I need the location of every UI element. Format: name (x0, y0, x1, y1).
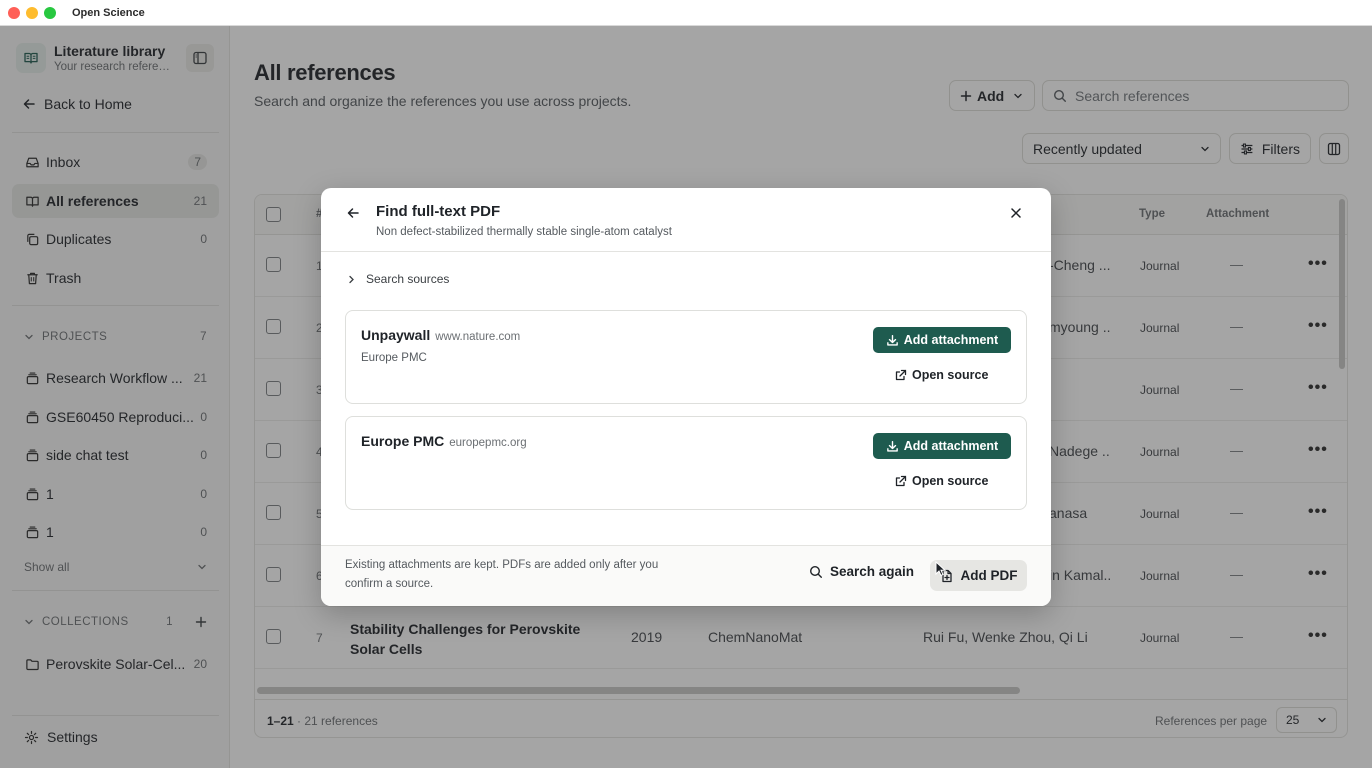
add-attachment-label: Add attachment (903, 439, 999, 453)
search-sources-toggle[interactable]: Search sources (347, 272, 449, 286)
close-icon (1011, 208, 1021, 218)
zoom-window-button[interactable] (44, 6, 56, 19)
external-link-icon (895, 369, 907, 381)
open-source-label: Open source (912, 474, 989, 488)
mouse-cursor-icon (935, 561, 947, 577)
search-sources-label: Search sources (366, 272, 450, 286)
dialog-divider (321, 251, 1051, 252)
source-domain: europepmc.org (449, 437, 527, 449)
open-source-button[interactable]: Open source (895, 365, 988, 385)
minimize-window-button[interactable] (26, 6, 38, 19)
search-again-label: Search again (830, 564, 915, 579)
add-pdf-label: Add PDF (960, 568, 1018, 583)
download-icon (886, 334, 898, 346)
window-controls (8, 6, 56, 19)
footer-note: Existing attachments are kept. PDFs are … (345, 559, 659, 590)
source-name: Europe PMC europepmc.org (361, 433, 527, 449)
close-window-button[interactable] (8, 6, 20, 19)
find-pdf-dialog: Find full-text PDF Non defect-stabilized… (321, 188, 1051, 606)
add-attachment-label: Add attachment (903, 333, 999, 347)
chevron-right-icon (349, 275, 354, 283)
source-card: Unpaywall www.nature.com Europe PMC Add a… (345, 310, 1027, 404)
source-name: Unpaywall www.nature.com (361, 327, 520, 343)
add-attachment-button[interactable]: Add attachment (873, 433, 1011, 459)
source-note: Europe PMC (361, 352, 427, 364)
dialog-close-button[interactable] (1010, 207, 1022, 219)
source-name-text: Unpaywall (361, 327, 431, 343)
search-again-button[interactable]: Search again (809, 564, 914, 579)
source-card: Europe PMC europepmc.org Add attachment O… (345, 416, 1027, 510)
add-attachment-button[interactable]: Add attachment (873, 327, 1011, 353)
dialog-title: Find full-text PDF (376, 203, 501, 220)
app-name: Open Science (72, 6, 145, 19)
source-name-text: Europe PMC (361, 433, 445, 449)
dialog-divider (321, 545, 1051, 546)
source-domain: www.nature.com (435, 331, 521, 343)
open-source-button[interactable]: Open source (895, 471, 988, 491)
dialog-back-button[interactable] (346, 206, 360, 220)
external-link-icon (895, 475, 907, 487)
open-source-label: Open source (912, 368, 989, 382)
download-icon (886, 440, 898, 452)
window-titlebar: Open Science (0, 0, 1372, 26)
dialog-subtitle: Non defect-stabilized thermally stable s… (376, 226, 672, 238)
search-icon (809, 565, 822, 578)
arrow-left-icon (347, 208, 359, 218)
